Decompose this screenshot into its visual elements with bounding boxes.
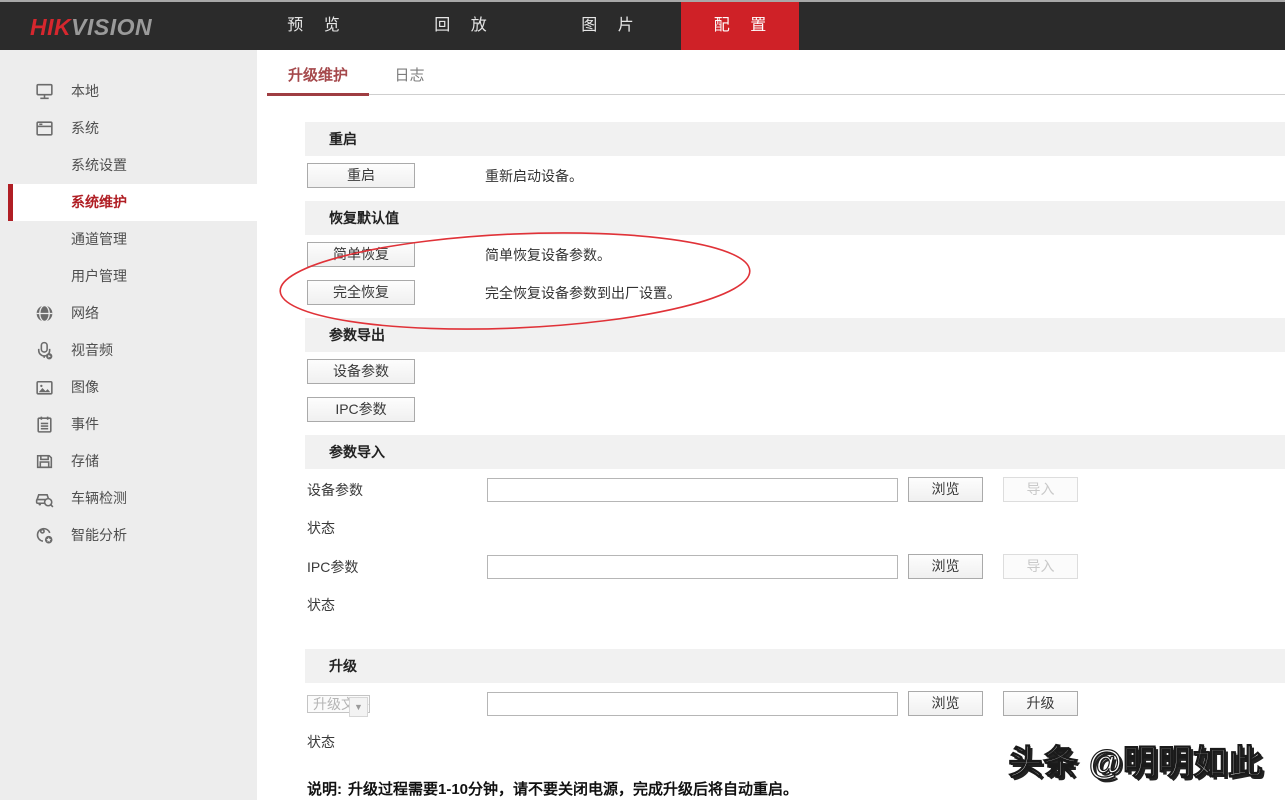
sidebar-item-event[interactable]: 事件 [0,406,257,443]
sidebar-item-local[interactable]: 本地 [0,73,257,110]
import-ipc-status-label: 状态 [307,595,1285,615]
simple-restore-row: 简单恢复 简单恢复设备参数。 [307,242,1285,267]
top-bar: HIKVISION 预 览 回 放 图 片 配 置 [0,0,1285,50]
hikvision-logo[interactable]: HIKVISION [30,14,152,41]
sidebar-item-network[interactable]: 网络 [0,295,257,332]
upgrade-file-input[interactable] [487,692,898,716]
sidebar-item-label: 系统 [71,110,99,147]
globe-icon [34,303,55,324]
sidebar-item-channel-management[interactable]: 通道管理 [0,221,257,258]
reboot-description: 重新启动设备。 [485,166,583,186]
nav-configuration[interactable]: 配 置 [681,2,799,50]
image-icon [34,377,55,398]
export-device-params-button[interactable]: 设备参数 [307,359,415,384]
upgrade-note-label: 说明: [307,781,342,798]
upgrade-note-text: 升级过程需要1-10分钟，请不要关闭电源，完成升级后将自动重启。 [348,781,798,798]
sidebar-item-label: 系统维护 [71,184,127,221]
upgrade-browse-button[interactable]: 浏览 [908,691,983,716]
section-header-restore-defaults: 恢复默认值 [305,201,1285,235]
chevron-down-icon: ▼ [349,697,368,717]
sidebar-item-label: 用户管理 [71,258,127,295]
section-header-export: 参数导出 [305,318,1285,352]
nav-picture[interactable]: 图 片 [534,2,681,50]
section-header-reboot: 重启 [305,122,1285,156]
sidebar-item-label: 事件 [71,406,99,443]
export-ipc-row: IPC参数 [307,397,1285,422]
microphone-icon [34,340,55,361]
hikvision-config-page: HIKVISION 预 览 回 放 图 片 配 置 本地 [0,0,1285,800]
sidebar-item-system-settings[interactable]: 系统设置 [0,147,257,184]
content-tabs: 升级维护 日志 [267,50,1285,95]
top-nav: 预 览 回 放 图 片 配 置 [240,2,799,50]
upgrade-row: 升级文件 ▼ 浏览 升级 [307,691,1285,716]
vehicle-detect-icon [34,488,55,509]
import-device-file-input[interactable] [487,478,898,502]
logo-hik: HIK [30,14,71,40]
upgrade-file-slot: 升级文件 ▼ [307,693,487,715]
section-header-upgrade: 升级 [305,649,1285,683]
window-icon [34,118,55,139]
export-ipc-params-button[interactable]: IPC参数 [307,397,415,422]
sidebar-item-system[interactable]: 系统 [0,110,257,147]
sidebar: 本地 系统 系统设置 系统维护 通道管理 [0,50,257,800]
sidebar-item-label: 存储 [71,443,99,480]
sidebar-item-user-management[interactable]: 用户管理 [0,258,257,295]
export-device-row: 设备参数 [307,359,1285,384]
import-device-import-button[interactable]: 导入 [1003,477,1078,502]
import-device-status-label: 状态 [307,518,1285,538]
section-header-import: 参数导入 [305,435,1285,469]
import-ipc-row: IPC参数 浏览 导入 [307,554,1285,579]
tab-log[interactable]: 日志 [373,63,445,95]
import-ipc-file-input[interactable] [487,555,898,579]
full-restore-description: 完全恢复设备参数到出厂设置。 [485,283,681,303]
upgrade-file-select[interactable]: 升级文件 ▼ [307,695,370,713]
sidebar-item-label: 视音频 [71,332,113,369]
simple-restore-description: 简单恢复设备参数。 [485,245,611,265]
tab-upgrade-maintenance[interactable]: 升级维护 [267,63,369,95]
nav-preview[interactable]: 预 览 [240,2,387,50]
sidebar-item-image[interactable]: 图像 [0,369,257,406]
main-content: 升级维护 日志 重启 重启 重新启动设备。 恢复默认值 简单恢复 简单恢复设备参… [257,50,1285,800]
smart-analysis-icon [34,525,55,546]
nav-playback[interactable]: 回 放 [387,2,534,50]
sidebar-item-smart-analysis[interactable]: 智能分析 [0,517,257,554]
sidebar-item-vehicle-detection[interactable]: 车辆检测 [0,480,257,517]
storage-disk-icon [34,451,55,472]
import-ipc-browse-button[interactable]: 浏览 [908,554,983,579]
reboot-row: 重启 重新启动设备。 [307,163,1285,188]
import-device-label: 设备参数 [307,480,487,500]
full-restore-row: 完全恢复 完全恢复设备参数到出厂设置。 [307,280,1285,305]
upgrade-button[interactable]: 升级 [1003,691,1078,716]
sidebar-item-label: 图像 [71,369,99,406]
import-ipc-import-button[interactable]: 导入 [1003,554,1078,579]
import-ipc-label: IPC参数 [307,557,487,577]
reboot-button[interactable]: 重启 [307,163,415,188]
sidebar-item-system-maintenance[interactable]: 系统维护 [0,184,257,221]
sidebar-item-video-audio[interactable]: 视音频 [0,332,257,369]
import-device-row: 设备参数 浏览 导入 [307,477,1285,502]
logo-vision: VISION [71,14,152,40]
sidebar-item-label: 智能分析 [71,517,127,554]
simple-restore-button[interactable]: 简单恢复 [307,242,415,267]
full-restore-button[interactable]: 完全恢复 [307,280,415,305]
sidebar-item-label: 通道管理 [71,221,127,258]
sidebar-item-label: 本地 [71,73,99,110]
sidebar-item-storage[interactable]: 存储 [0,443,257,480]
sidebar-item-label: 网络 [71,295,99,332]
sidebar-menu: 本地 系统 系统设置 系统维护 通道管理 [0,50,257,554]
maintenance-sections: 重启 重启 重新启动设备。 恢复默认值 简单恢复 简单恢复设备参数。 完全恢复 … [257,122,1285,799]
import-device-browse-button[interactable]: 浏览 [908,477,983,502]
sidebar-item-label: 系统设置 [71,147,127,184]
toutiao-watermark: 头条 @明明如此 [1008,735,1263,784]
monitor-icon [34,81,55,102]
event-list-icon [34,414,55,435]
sidebar-item-label: 车辆检测 [71,480,127,517]
